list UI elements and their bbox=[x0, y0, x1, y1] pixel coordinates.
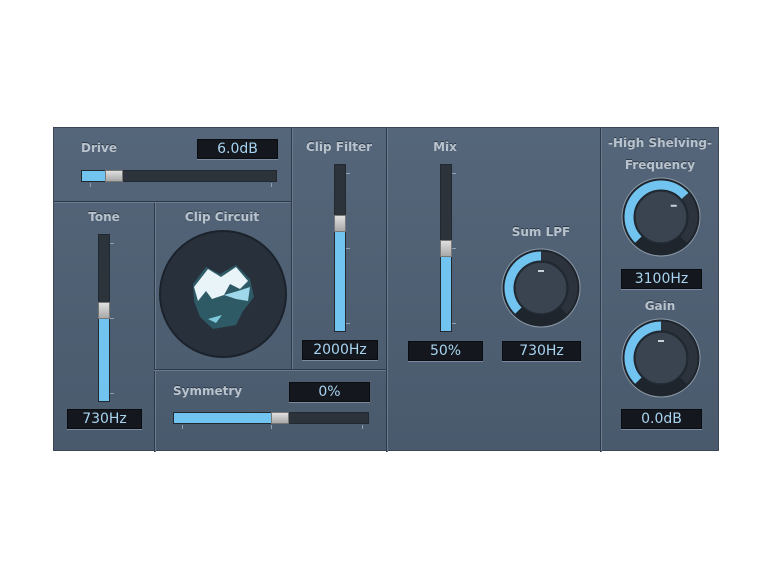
mix-value[interactable]: 50% bbox=[408, 341, 483, 361]
clip-distortion-panel: Drive 6.0dB Tone 730Hz Clip Circuit Clip… bbox=[53, 127, 719, 452]
tone-slider[interactable] bbox=[98, 234, 114, 402]
knob-cap bbox=[514, 261, 568, 315]
slider-thumb[interactable] bbox=[98, 302, 110, 319]
high-shelving-label: -High Shelving- bbox=[608, 136, 712, 150]
tick bbox=[346, 248, 350, 249]
slider-fill bbox=[335, 223, 345, 331]
tick bbox=[346, 323, 350, 324]
clip-filter-slider[interactable] bbox=[334, 164, 350, 332]
frequency-value[interactable]: 3100Hz bbox=[621, 269, 702, 289]
clip-circuit-display bbox=[159, 230, 287, 358]
divider bbox=[154, 369, 386, 370]
slider-fill bbox=[99, 310, 109, 401]
symmetry-value[interactable]: 0% bbox=[289, 382, 370, 402]
tick bbox=[182, 425, 183, 429]
divider bbox=[154, 201, 155, 452]
tick bbox=[452, 173, 456, 174]
gain-knob[interactable] bbox=[621, 318, 701, 398]
clip-circuit-label: Clip Circuit bbox=[184, 210, 260, 224]
tick bbox=[271, 425, 272, 429]
tone-value[interactable]: 730Hz bbox=[67, 409, 142, 429]
divider bbox=[291, 128, 292, 370]
slider-thumb[interactable] bbox=[440, 240, 452, 257]
tick bbox=[452, 248, 456, 249]
sum-lpf-value[interactable]: 730Hz bbox=[502, 341, 581, 361]
knob-cap bbox=[634, 190, 688, 244]
clip-filter-label: Clip Filter bbox=[305, 140, 373, 154]
slider-fill bbox=[174, 413, 271, 423]
mix-label: Mix bbox=[433, 140, 457, 154]
clip-filter-value[interactable]: 2000Hz bbox=[302, 340, 378, 360]
tick bbox=[362, 425, 363, 429]
tick bbox=[90, 183, 91, 187]
divider bbox=[386, 128, 387, 452]
tick bbox=[452, 323, 456, 324]
drive-slider[interactable] bbox=[81, 170, 277, 182]
slider-fill bbox=[441, 248, 451, 331]
slider-thumb[interactable] bbox=[334, 215, 346, 232]
divider bbox=[600, 128, 601, 452]
drive-label: Drive bbox=[81, 141, 117, 155]
divider bbox=[54, 201, 291, 202]
slider-thumb[interactable] bbox=[105, 170, 123, 182]
frequency-label: Frequency bbox=[624, 158, 696, 172]
symmetry-label: Symmetry bbox=[173, 384, 243, 398]
tick bbox=[110, 318, 114, 319]
sum-lpf-knob[interactable] bbox=[501, 248, 581, 328]
tick bbox=[346, 173, 350, 174]
tick bbox=[110, 243, 114, 244]
gain-label: Gain bbox=[644, 299, 676, 313]
tick bbox=[271, 183, 272, 187]
slider-fill bbox=[82, 171, 105, 181]
frequency-knob[interactable] bbox=[621, 177, 701, 257]
sum-lpf-label: Sum LPF bbox=[511, 225, 571, 239]
mix-slider[interactable] bbox=[440, 164, 456, 332]
slider-thumb[interactable] bbox=[271, 412, 289, 424]
knob-cap bbox=[634, 331, 688, 385]
drive-value[interactable]: 6.0dB bbox=[197, 139, 278, 159]
tone-label: Tone bbox=[88, 210, 120, 224]
symmetry-slider[interactable] bbox=[173, 412, 369, 424]
tick bbox=[110, 393, 114, 394]
gain-value[interactable]: 0.0dB bbox=[621, 409, 702, 429]
